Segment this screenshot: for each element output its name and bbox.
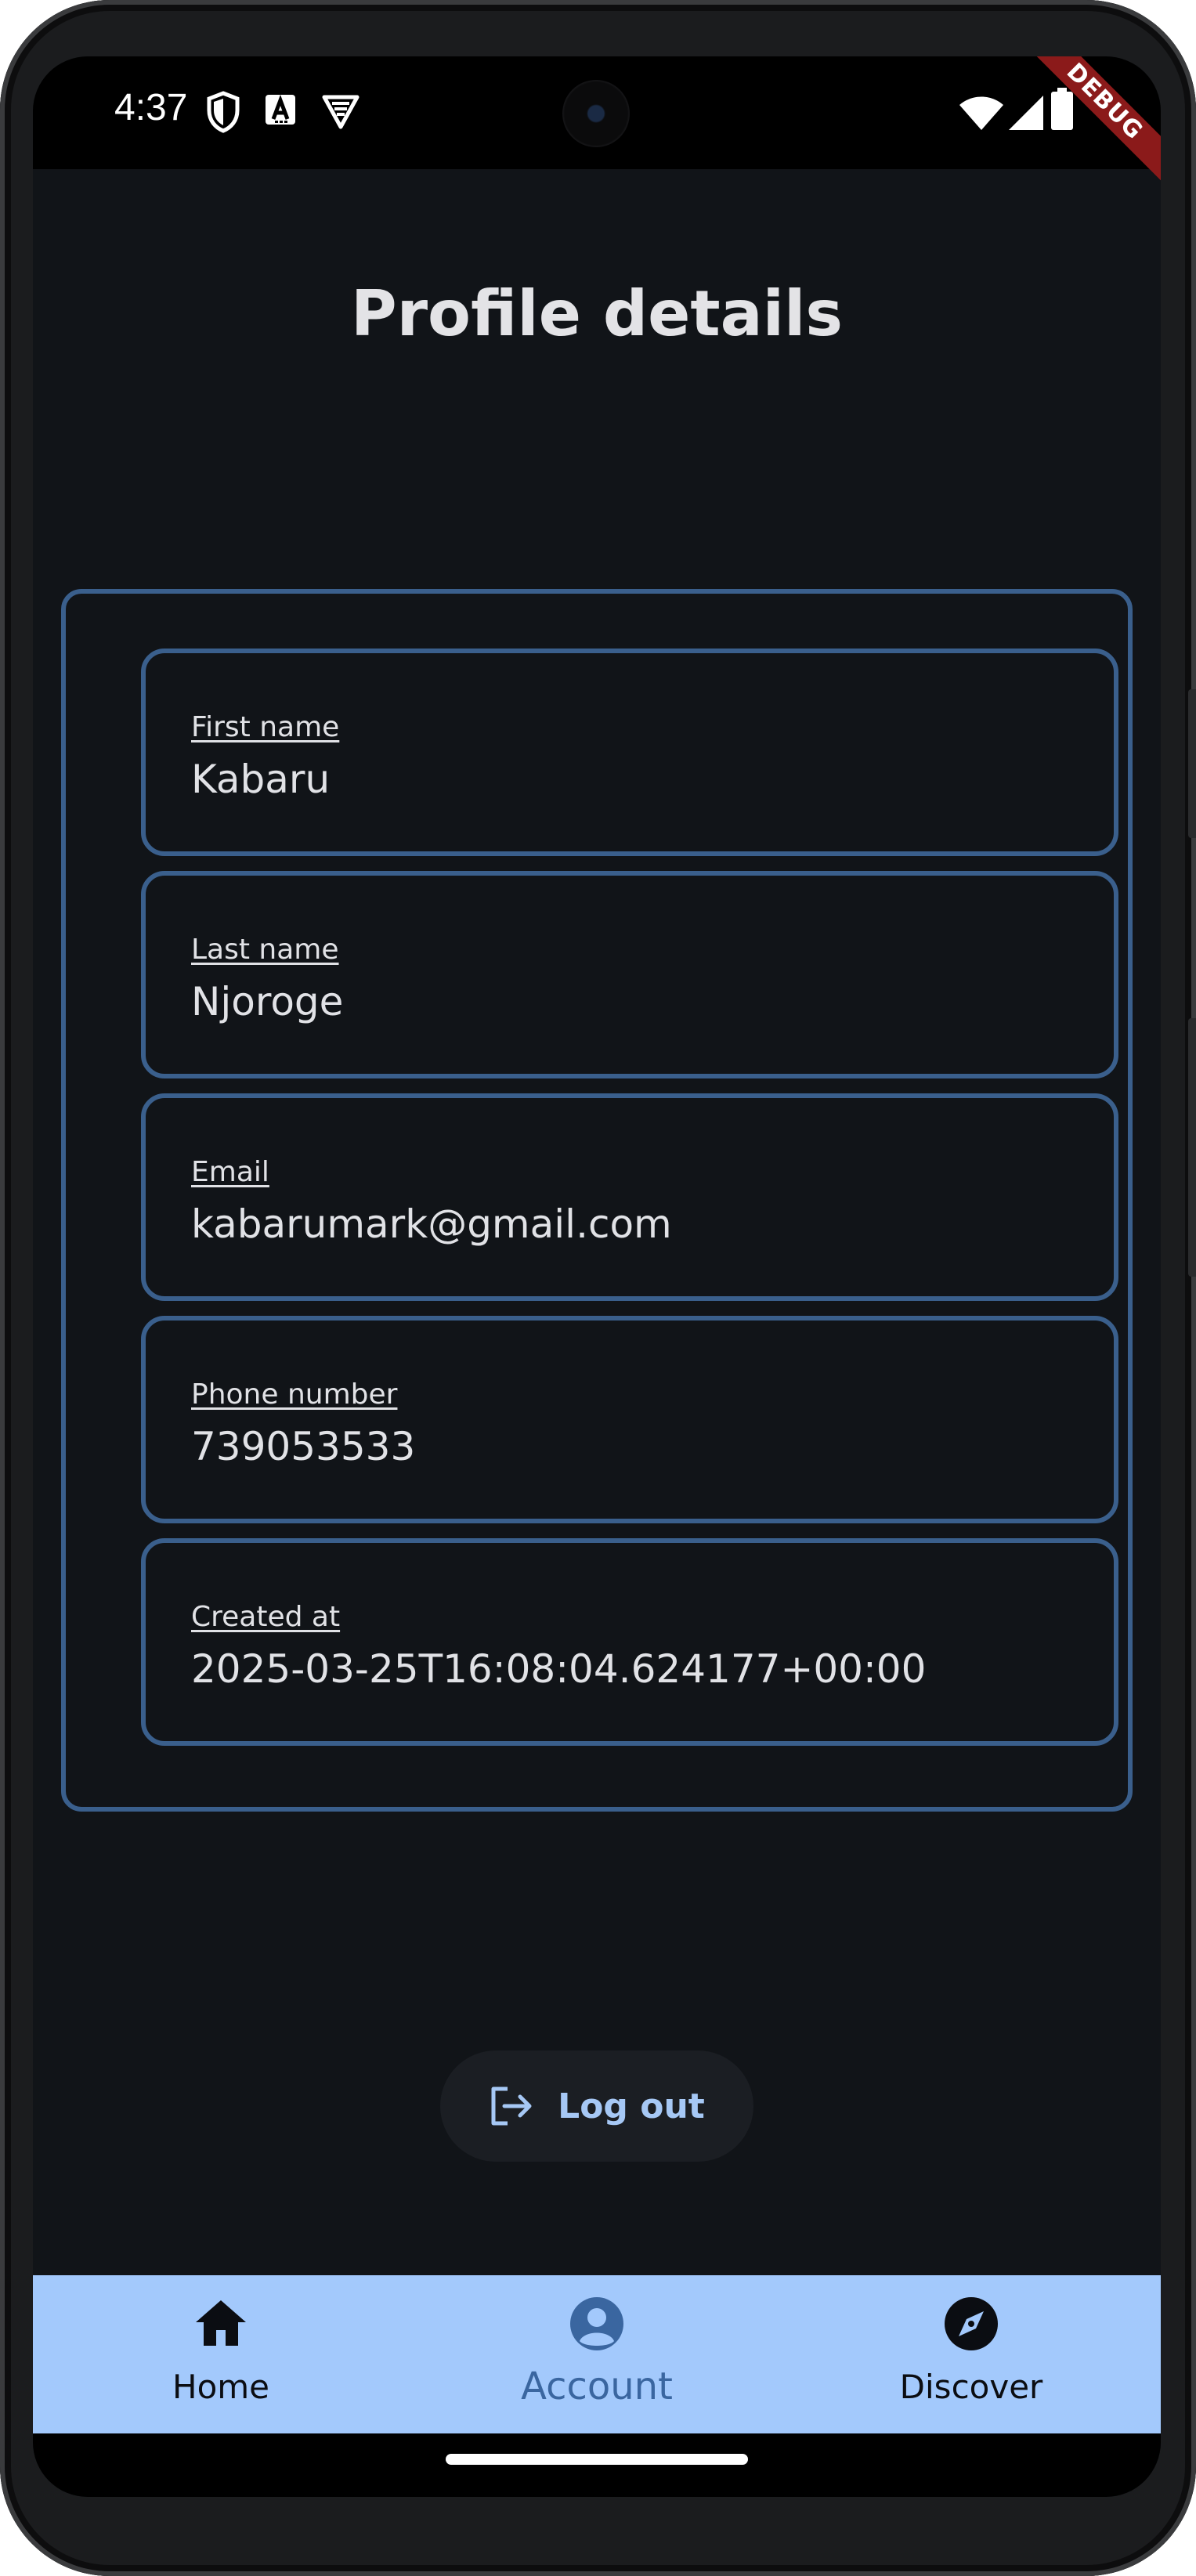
first-name-label: First name	[191, 711, 340, 743]
first-name-field[interactable]: First name Kabaru	[141, 649, 1118, 856]
email-value: kabarumark@gmail.com	[191, 1201, 672, 1247]
profile-details-card: First name Kabaru Last name Njoroge Emai…	[61, 589, 1133, 1812]
last-name-label: Last name	[191, 934, 339, 966]
signal-icon	[1009, 96, 1043, 130]
compass-icon	[945, 2297, 998, 2350]
front-camera	[562, 80, 630, 147]
shield-icon	[207, 91, 240, 133]
logout-label: Log out	[558, 2086, 705, 2126]
last-name-field[interactable]: Last name Njoroge	[141, 871, 1118, 1078]
logout-icon	[491, 2086, 532, 2126]
last-name-value: Njoroge	[191, 979, 344, 1024]
page-title: Profile details	[350, 277, 844, 350]
home-icon	[196, 2300, 246, 2346]
phone-number-field[interactable]: Phone number 739053533	[141, 1316, 1118, 1523]
power-button	[1188, 689, 1196, 838]
email-field[interactable]: Email kabarumark@gmail.com	[141, 1093, 1118, 1301]
vpn-shield-icon	[322, 95, 360, 129]
status-bar: 4:37 DEBUG	[33, 56, 1161, 186]
bottom-navigation-bar: Home Account Discover	[33, 2275, 1161, 2433]
volume-button	[1188, 1018, 1196, 1277]
phone-number-label: Phone number	[191, 1378, 398, 1411]
app-screen: 4:37 DEBUG Profile details First name Ka…	[33, 56, 1161, 2497]
keyboard-a-icon	[266, 94, 295, 125]
wifi-icon	[959, 96, 1003, 130]
email-label: Email	[191, 1156, 269, 1188]
status-time: 4:37	[114, 87, 188, 128]
nav-label-discover: Discover	[899, 2368, 1043, 2406]
gesture-navigation-area	[33, 2433, 1161, 2497]
home-indicator[interactable]	[446, 2454, 748, 2465]
battery-icon	[1051, 88, 1073, 130]
created-at-value: 2025-03-25T16:08:04.624177+00:00	[191, 1646, 927, 1692]
created-at-label: Created at	[191, 1601, 341, 1633]
account-icon	[570, 2297, 623, 2350]
created-at-field[interactable]: Created at 2025-03-25T16:08:04.624177+00…	[141, 1538, 1118, 1746]
nav-label-account: Account	[521, 2365, 673, 2408]
phone-number-value: 739053533	[191, 1424, 416, 1469]
logout-button[interactable]: Log out	[440, 2050, 753, 2162]
first-name-value: Kabaru	[191, 757, 331, 802]
nav-item-discover[interactable]: Discover	[854, 2275, 1089, 2433]
nav-item-account[interactable]: Account	[479, 2275, 714, 2433]
nav-label-home: Home	[172, 2368, 270, 2406]
nav-item-home[interactable]: Home	[103, 2275, 338, 2433]
